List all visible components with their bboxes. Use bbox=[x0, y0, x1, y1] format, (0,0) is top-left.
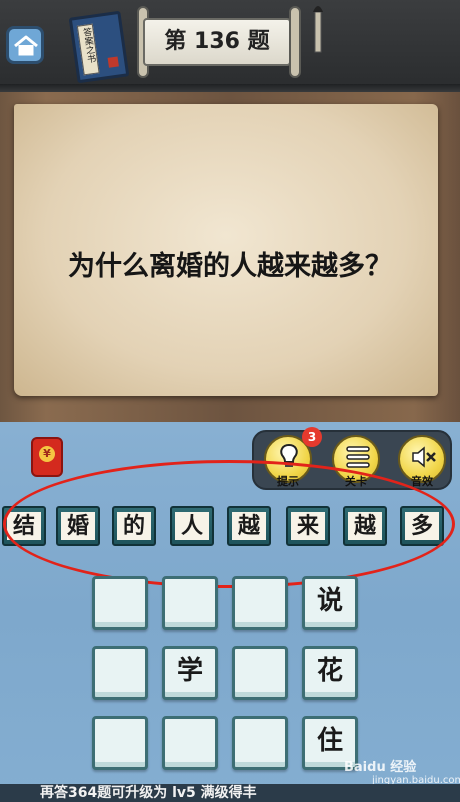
red-packet-button[interactable]: ¥ bbox=[31, 437, 63, 477]
answer-slot[interactable] bbox=[162, 576, 218, 630]
level-progress-footer: 再答364题可升级为 lv5 满级得丰 bbox=[0, 784, 460, 802]
home-icon bbox=[14, 35, 38, 56]
home-button[interactable] bbox=[6, 26, 44, 64]
answer-slot[interactable]: 说 bbox=[302, 576, 358, 630]
answer-slot[interactable] bbox=[92, 716, 148, 770]
watermark: Baidu 经验 jingyan.baidu.com bbox=[344, 756, 460, 786]
answer-slot[interactable]: 学 bbox=[162, 646, 218, 700]
level-title-scroll: 第 136 题 bbox=[143, 18, 291, 66]
scroll-right-roller bbox=[289, 6, 301, 78]
question-text: 为什么离婚的人越来越多？ bbox=[68, 251, 392, 282]
answer-slot[interactable] bbox=[232, 646, 288, 700]
answer-slot[interactable] bbox=[232, 716, 288, 770]
book-seal bbox=[107, 56, 119, 68]
book-label: 答案之书 bbox=[80, 26, 96, 65]
answer-slot[interactable] bbox=[92, 646, 148, 700]
brush-icon bbox=[313, 6, 323, 53]
answer-slot[interactable] bbox=[162, 716, 218, 770]
answer-slot[interactable]: 花 bbox=[302, 646, 358, 700]
game-screen: 答案之书 第 136 题 为什么离婚的人越来越多？ ¥ 3 提示 关卡 音效 结… bbox=[0, 0, 460, 802]
speaker-muted-icon bbox=[412, 446, 436, 468]
highlight-oval bbox=[3, 460, 455, 588]
answer-book-button[interactable]: 答案之书 bbox=[68, 10, 130, 84]
hint-count-badge: 3 bbox=[302, 427, 322, 447]
answer-slot[interactable] bbox=[232, 576, 288, 630]
level-list-icon bbox=[346, 446, 370, 468]
coin-icon: ¥ bbox=[39, 446, 55, 462]
level-title: 第 136 题 bbox=[164, 29, 270, 54]
book-spine: 答案之书 bbox=[76, 23, 100, 76]
answer-slot[interactable] bbox=[92, 576, 148, 630]
watermark-text: Baidu 经验 bbox=[344, 760, 417, 775]
